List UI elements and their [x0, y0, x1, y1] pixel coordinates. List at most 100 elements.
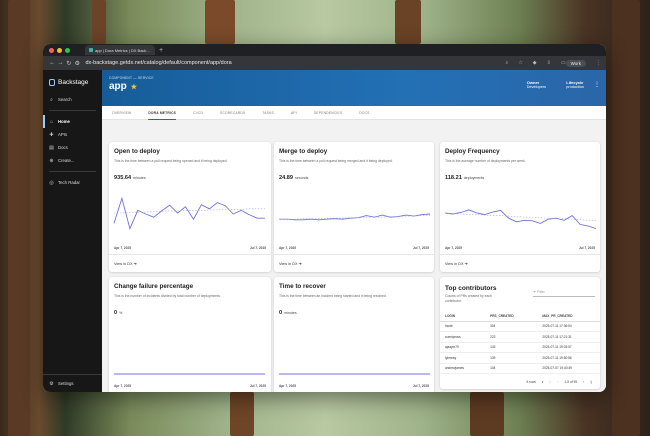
sidebar-item-label: Docs	[58, 145, 68, 150]
table-cell: lnode	[440, 321, 486, 332]
sidebar-item-docs[interactable]: ▤ Docs	[43, 141, 102, 154]
sidebar-item-home[interactable]: ⌂ Home	[43, 115, 102, 128]
maximize-window-button[interactable]	[65, 47, 70, 53]
card-description: This is the number of incidents divided …	[114, 294, 221, 298]
profile-button[interactable]: Work	[565, 59, 587, 67]
more-options-icon[interactable]: ⋮	[594, 81, 600, 88]
table-row: fylereay 139 2025-07-11 19:50:56	[440, 352, 600, 364]
column-header[interactable]: PRS_CREATED	[485, 312, 538, 322]
tree-trunk	[395, 0, 421, 44]
view-in-dx-link[interactable]: View in DX ➔	[114, 261, 137, 266]
metric-value: 118.21 deployments	[445, 175, 484, 181]
tab-ci-cd[interactable]: CI/CD	[193, 106, 203, 120]
lifecycle-meta: Lifecycle production	[566, 80, 584, 89]
tab-dependencies[interactable]: DEPENDENCIES	[314, 106, 342, 120]
tab-dora-metrics[interactable]: DORA METRICS	[148, 106, 177, 120]
extensions-icon[interactable]: ◆	[533, 60, 537, 66]
reload-icon[interactable]: ↻	[65, 60, 73, 67]
tab-docs[interactable]: DOCS	[359, 106, 369, 120]
column-header[interactable]: MAX_PR_CREATED	[537, 312, 600, 322]
favorite-star-icon[interactable]: ★	[131, 83, 137, 91]
metric-card: Change failure percentage This is the nu…	[109, 277, 271, 392]
sidebar-item-apis[interactable]: ✚ APIs	[43, 128, 102, 141]
tab-overview[interactable]: OVERVIEW	[112, 106, 131, 120]
date-end: Jul 7, 2025	[412, 384, 429, 388]
back-icon[interactable]: ←	[48, 60, 56, 66]
tree-trunk	[612, 0, 640, 436]
table-cell: andrewjames	[440, 363, 486, 374]
series-line	[444, 209, 597, 230]
table-cell: 2025-07-11 19:50:56	[537, 352, 600, 364]
metric-unit: seconds	[295, 176, 309, 180]
docs-icon: ▤	[49, 144, 54, 151]
prev-page-icon[interactable]: ‹	[557, 380, 558, 384]
tab-api[interactable]: API	[291, 106, 297, 120]
owner-value[interactable]: Developers	[527, 85, 546, 89]
first-page-icon[interactable]: |‹	[550, 380, 552, 384]
sidebar-item-label: APIs	[58, 132, 68, 137]
minimize-window-button[interactable]	[57, 47, 62, 53]
date-end: Jul 7, 2025	[249, 384, 266, 388]
tab-tasks[interactable]: TASKS	[262, 106, 274, 120]
sidebar-search[interactable]: ⌕ Search	[43, 93, 102, 106]
bookmark-star-icon[interactable]: ☆	[518, 60, 522, 66]
metric-number: 0	[114, 310, 118, 316]
next-page-icon[interactable]: ›	[583, 380, 584, 384]
date-start: Apr 7, 2025	[114, 384, 132, 388]
date-end: Jul 7, 2025	[412, 246, 429, 250]
metric-unit: deployments	[463, 176, 485, 180]
chevron-down-icon[interactable]: ▾	[542, 380, 544, 384]
table-cell: 2025-07-11 17:36:54	[537, 321, 600, 332]
series-line	[113, 196, 265, 230]
download-icon[interactable]: ⇩	[547, 60, 551, 66]
site-info-icon[interactable]: ⚙	[73, 60, 81, 67]
sidebar-item-create[interactable]: ⊕ Create...	[43, 154, 102, 167]
metric-line-chart	[279, 373, 430, 375]
entity-tabs: OVERVIEW DORA METRICS CI/CD SCORECARDS T…	[102, 106, 606, 120]
sidebar-item-settings[interactable]: ⚙ Settings	[43, 377, 102, 390]
radar-icon: ◎	[49, 179, 54, 186]
search-icon: ⌕	[50, 96, 53, 103]
table-cell: cuentpross	[440, 331, 486, 343]
close-window-button[interactable]	[49, 47, 54, 53]
table-cell: 104	[485, 363, 538, 374]
sidebar-search-label: Search	[58, 97, 72, 102]
sidepanel-icon[interactable]: ▭	[561, 60, 566, 66]
column-header[interactable]: LOGIN	[440, 312, 486, 322]
metric-number: 24.89	[279, 175, 293, 181]
entity-name: app	[109, 81, 127, 92]
browser-tab-title: app | Dora Metrics | DX Back…	[95, 47, 151, 53]
sidebar-item-label: Home	[58, 119, 70, 124]
plus-circle-icon: ⊕	[49, 157, 54, 164]
favicon-icon	[89, 48, 93, 52]
zoom-icon[interactable]: ⌕	[506, 60, 509, 66]
address-bar[interactable]: dx-backstage.getdx.net/catalog/default/c…	[86, 60, 496, 66]
forward-icon[interactable]: →	[56, 60, 64, 66]
sidebar-item-tech-radar[interactable]: ◎ Tech Radar	[43, 176, 102, 189]
browser-window: app | Dora Metrics | DX Back… + ← → ↻ ⚙ …	[43, 44, 606, 392]
table-cell: fylereay	[440, 352, 486, 364]
sidebar-settings-area: ⚙ Settings	[43, 374, 102, 392]
date-end: Jul 7, 2025	[249, 246, 266, 250]
rows-per-page-select[interactable]: 5 rows	[527, 380, 536, 384]
table-pagination: 5 rows ▾ |‹ ‹ 1-5 of 95 › ›|	[440, 375, 600, 389]
metric-card: Time to recover This is the time between…	[274, 277, 434, 392]
metric-card: Open to deploy This is the time between …	[109, 142, 271, 272]
browser-menu-icon[interactable]: ⋮	[596, 60, 601, 66]
metric-unit: %	[119, 311, 123, 315]
view-in-dx-link[interactable]: View in DX ➔	[279, 261, 302, 266]
new-tab-icon[interactable]: +	[159, 47, 163, 54]
card-description: This is the time between a pull request …	[279, 159, 393, 163]
table-row: andrewjames 104 2025-07-07 19:40:49	[440, 363, 600, 374]
last-page-icon[interactable]: ›|	[590, 380, 592, 384]
view-in-dx-link[interactable]: View in DX ➔	[445, 261, 468, 266]
filter-input[interactable]: ⏷ Filter	[533, 290, 595, 297]
tree-trunk	[470, 392, 504, 436]
backstage-logo[interactable]: Backstage	[43, 70, 102, 86]
browser-tab[interactable]: app | Dora Metrics | DX Back…	[85, 45, 155, 55]
tab-scorecards[interactable]: SCORECARDS	[220, 106, 245, 120]
table-cell: 139	[485, 352, 538, 364]
card-title: Top contributors	[445, 285, 497, 292]
card-description: This is the average number of deployment…	[445, 159, 526, 163]
tree-trunk	[8, 0, 30, 436]
